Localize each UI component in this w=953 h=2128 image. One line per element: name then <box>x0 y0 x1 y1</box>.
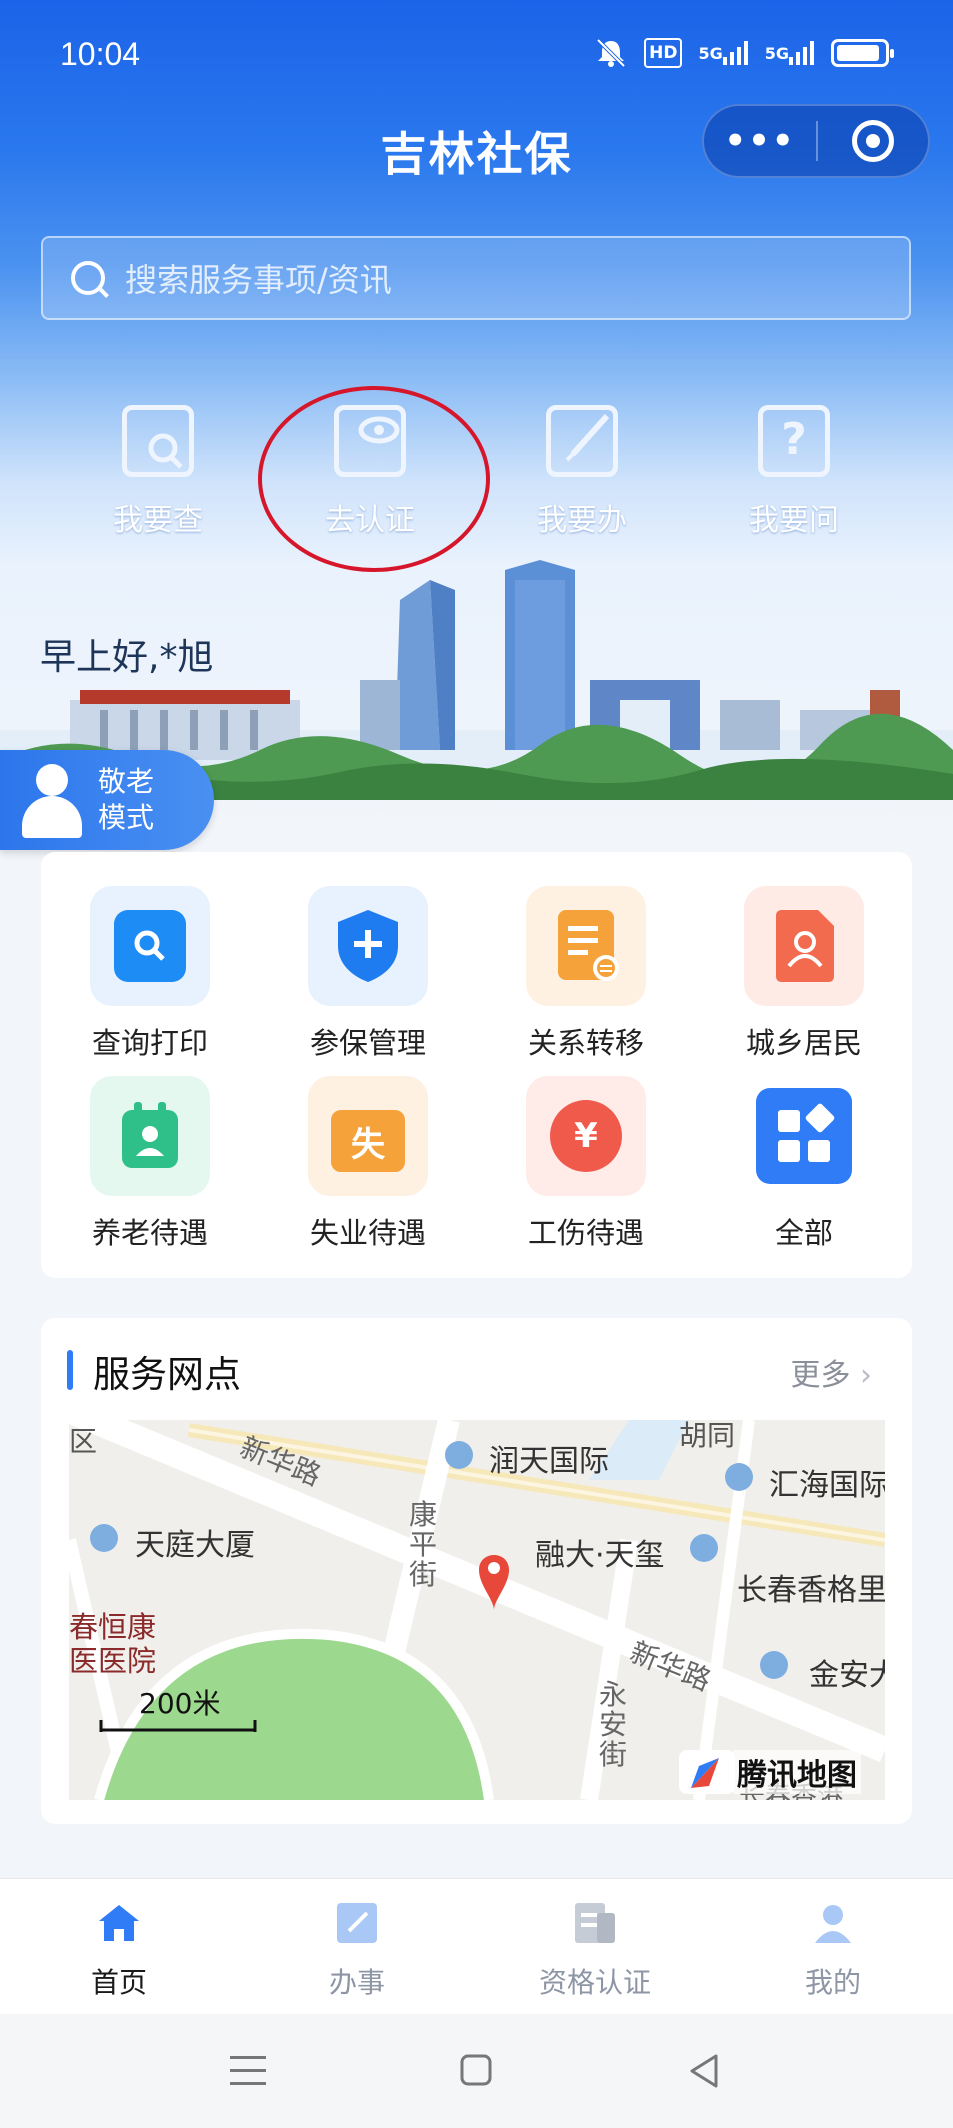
search-icon <box>71 261 105 295</box>
service-points-map[interactable]: 区 胡同 新华路 润天国际 汇海国际 天庭大厦 康平街 融大·天玺 长春香格里 … <box>69 1420 885 1800</box>
search-bar[interactable]: 搜索服务事项/资讯 <box>41 236 911 320</box>
elder-mode-label-1: 敬老 <box>98 765 155 798</box>
quick-action-query[interactable]: 我要查 <box>68 405 248 539</box>
transfer-doc-icon <box>526 886 646 1006</box>
target-icon <box>851 120 894 162</box>
chevron-right-icon: › <box>860 1358 872 1393</box>
service-label: 失业待遇 <box>309 1216 426 1250</box>
signal-5g-icon: 5G <box>698 38 748 68</box>
service-insurance-manage[interactable]: 参保管理 <box>259 886 477 1062</box>
quick-action-label: 我要问 <box>749 503 839 538</box>
search-placeholder: 搜索服务事项/资讯 <box>125 261 392 299</box>
map-label-tianting: 天庭大厦 <box>135 1528 255 1563</box>
signal-5g-icon-2: 5G <box>765 38 815 68</box>
edit-icon <box>546 405 618 477</box>
map-label-hutong: 胡同 <box>679 1420 736 1452</box>
yuan-icon: ¥ <box>526 1076 646 1196</box>
mute-icon <box>594 38 628 68</box>
question-icon: ? <box>758 405 830 477</box>
service-label: 工伤待遇 <box>527 1216 644 1250</box>
service-label: 城乡居民 <box>745 1026 862 1060</box>
service-label: 参保管理 <box>309 1026 426 1060</box>
resident-doc-icon <box>744 886 864 1006</box>
service-points-more-link[interactable]: 更多 › <box>790 1350 872 1394</box>
service-points-card: 服务网点 更多 › 区 胡同 新华路 润天国际 汇海国际 天庭大厦 康平街 融大… <box>41 1318 912 1824</box>
map-label-district: 区 <box>69 1425 98 1458</box>
status-time: 10:04 <box>60 36 141 72</box>
service-injury[interactable]: ¥ 工伤待遇 <box>477 1076 695 1252</box>
map-label-kangping-street: 康平街 <box>409 1498 438 1591</box>
service-points-title: 服务网点 <box>93 1353 241 1396</box>
more-menu-button[interactable]: ••• <box>704 121 816 161</box>
bottom-tab-bar: 首页 办事 资格认证 我的 <box>0 1878 953 2014</box>
map-label-shangri-la: 长春香格里 <box>737 1573 885 1608</box>
close-miniapp-button[interactable] <box>818 120 928 162</box>
service-label: 养老待遇 <box>91 1216 208 1250</box>
map-label-hospital-2: 医医院 <box>69 1644 157 1678</box>
services-grid: 查询打印 参保管理 关系转移 城乡居民 养老待遇 失 失业待遇 ¥ 工伤待遇 全… <box>41 852 912 1278</box>
tab-label: 资格认证 <box>538 1966 651 1999</box>
map-scale-label: 200米 <box>139 1687 221 1720</box>
document-search-icon <box>122 405 194 477</box>
map-label-runtian: 润天国际 <box>489 1444 609 1479</box>
quick-action-ask[interactable]: ? 我要问 <box>704 405 884 539</box>
map-label-yongan-street: 永安街 <box>599 1678 628 1771</box>
map-label-huihai: 汇海国际 <box>769 1468 885 1503</box>
quick-action-handle[interactable]: 我要办 <box>492 405 672 539</box>
greeting-text: 早上好,*旭 <box>40 637 214 678</box>
menu-icon[interactable] <box>230 2056 266 2086</box>
section-accent-bar <box>67 1350 73 1390</box>
home-square-icon[interactable] <box>460 2054 492 2086</box>
user-icon <box>815 1905 851 1943</box>
battery-icon <box>831 39 894 67</box>
tab-label: 首页 <box>90 1966 147 1999</box>
miniapp-capsule: ••• <box>702 104 930 178</box>
service-resident[interactable]: 城乡居民 <box>695 886 913 1062</box>
service-unemployment[interactable]: 失 失业待遇 <box>259 1076 477 1252</box>
certificate-icon <box>575 1903 615 1943</box>
service-label: 全部 <box>774 1216 833 1250</box>
map-label-rongda: 融大·天玺 <box>535 1538 665 1573</box>
highlight-circle-verify <box>258 386 490 572</box>
tab-services[interactable]: 办事 <box>238 1901 476 2001</box>
map-label-jinan: 金安大 <box>809 1658 885 1693</box>
system-nav-bar <box>0 2014 953 2128</box>
service-pension[interactable]: 养老待遇 <box>41 1076 259 1252</box>
home-icon <box>99 1905 139 1941</box>
elder-mode-label-2: 模式 <box>98 801 155 834</box>
tab-mine[interactable]: 我的 <box>714 1901 952 2001</box>
shield-plus-icon <box>308 886 428 1006</box>
tab-label: 办事 <box>328 1966 385 1999</box>
service-query-print[interactable]: 查询打印 <box>41 886 259 1062</box>
quick-action-label: 我要查 <box>113 503 203 538</box>
back-icon[interactable] <box>688 2054 720 2088</box>
service-all[interactable]: 全部 <box>695 1076 913 1252</box>
search-icon <box>90 886 210 1006</box>
edit-icon <box>337 1903 377 1943</box>
tab-home[interactable]: 首页 <box>0 1901 238 2001</box>
elder-mode-button[interactable]: 敬老 模式 <box>0 750 214 850</box>
service-label: 关系转移 <box>527 1026 644 1060</box>
hd-icon: HD <box>644 38 683 68</box>
briefcase-icon: 失 <box>308 1076 428 1196</box>
grid-all-icon <box>744 1076 864 1196</box>
service-transfer[interactable]: 关系转移 <box>477 886 695 1062</box>
status-bar: 10:04 HD 5G 5G <box>0 0 953 110</box>
tab-label: 我的 <box>804 1966 861 1999</box>
tab-qualification[interactable]: 资格认证 <box>476 1901 714 2001</box>
map-provider-logo: 腾讯地图 <box>733 1750 861 1794</box>
elder-person-icon <box>18 762 84 838</box>
quick-action-label: 我要办 <box>537 503 627 538</box>
service-label: 查询打印 <box>91 1026 208 1060</box>
pension-icon <box>90 1076 210 1196</box>
